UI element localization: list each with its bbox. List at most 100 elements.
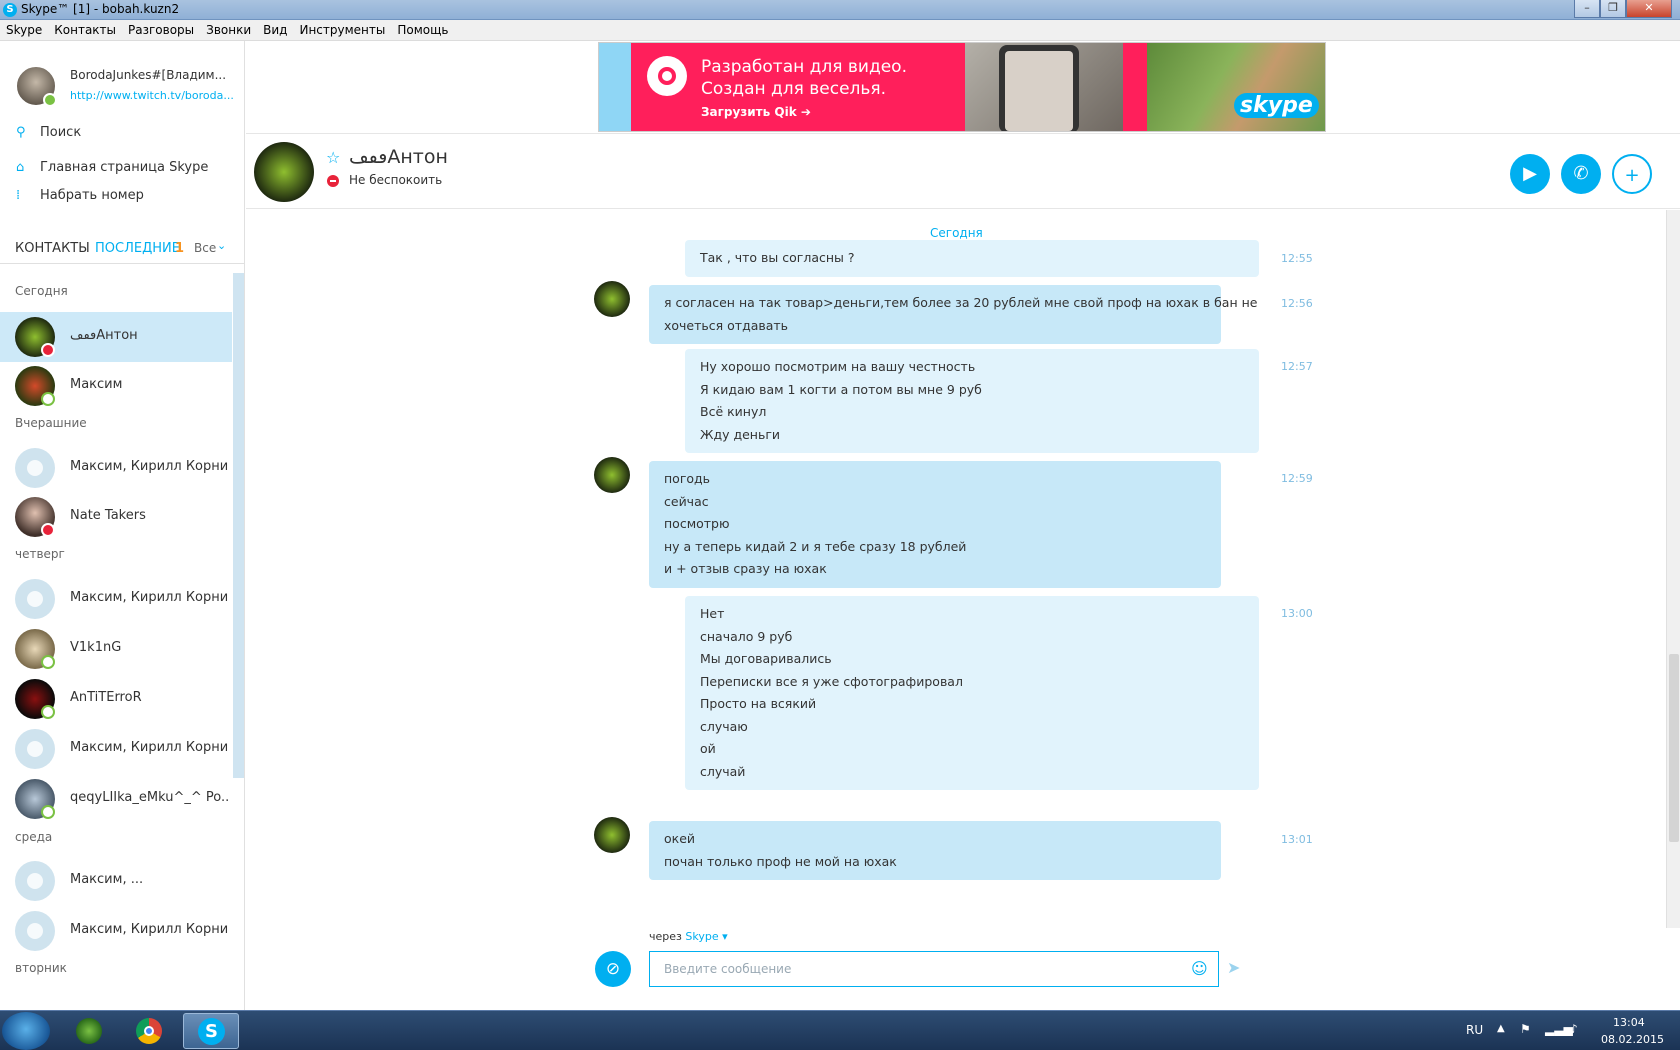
- ad-banner[interactable]: Разработан для видео. Создан для веселья…: [598, 42, 1326, 132]
- message-time: 12:59: [1281, 472, 1313, 485]
- offline-presence-icon: [41, 655, 55, 669]
- message-line: Мы договаривались: [700, 651, 832, 666]
- message-time: 12:55: [1281, 252, 1313, 265]
- tray-network-icon[interactable]: ▂▃▅: [1545, 1022, 1573, 1036]
- message-bubble[interactable]: окей почан только проф не мой на юхак: [649, 821, 1221, 880]
- message-bubble[interactable]: Ну хорошо посмотрим на вашу честность Я …: [685, 349, 1259, 453]
- menu-tools[interactable]: Инструменты: [293, 20, 391, 41]
- nav-dial[interactable]: ⁞ Набрать номер: [0, 183, 244, 211]
- nav-dial-label: Набрать номер: [40, 188, 144, 203]
- add-people-button[interactable]: +: [1612, 154, 1652, 194]
- tab-recent[interactable]: ПОСЛЕДНИЕ: [95, 241, 180, 256]
- scrollbar-thumb[interactable]: [1669, 654, 1679, 842]
- via-selector[interactable]: через Skype ▾: [649, 930, 728, 943]
- message-bubble[interactable]: Так , что вы согласны ?: [685, 240, 1259, 277]
- list-item[interactable]: Максим, ...: [0, 856, 232, 906]
- profile-card[interactable]: BorodaJunkes#[Владим... http://www.twitc…: [0, 41, 244, 113]
- attach-paperclip-icon[interactable]: ⊘: [595, 951, 631, 987]
- filter-dropdown[interactable]: Все: [194, 241, 216, 255]
- tray-flag-icon[interactable]: ⚑: [1520, 1022, 1531, 1036]
- group-header-thursday: четверг: [15, 547, 65, 561]
- list-item[interactable]: Максим: [0, 361, 232, 411]
- taskbar-downloader-icon[interactable]: [62, 1013, 118, 1049]
- message-bubble[interactable]: погодь сейчас посмотрю ну а теперь кидай…: [649, 461, 1221, 588]
- message-time: 13:00: [1281, 607, 1313, 620]
- conversation-title[interactable]: ڡڡڡАнтон: [349, 146, 448, 168]
- message-bubble[interactable]: я согласен на так товар>деньги,тем более…: [649, 285, 1258, 344]
- via-service[interactable]: Skype: [685, 930, 718, 943]
- sidebar-scrollbar[interactable]: [233, 273, 244, 778]
- menu-help[interactable]: Помощь: [391, 20, 454, 41]
- qik-logo-icon: [647, 56, 687, 96]
- list-item[interactable]: AnTiTErroR: [0, 674, 232, 724]
- message-line: случай: [700, 763, 746, 779]
- menu-skype[interactable]: Skype: [0, 20, 48, 41]
- contact-avatar[interactable]: [254, 142, 314, 202]
- message-bubble[interactable]: Нет сначало 9 руб Мы договаривались Пере…: [685, 596, 1259, 790]
- dialpad-icon: ⁞: [16, 188, 21, 203]
- message-line: хочеться отдавать: [664, 317, 789, 333]
- list-item[interactable]: Максим, Кирилл Корни...: [0, 724, 232, 774]
- nav-home[interactable]: ⌂ Главная страница Skype: [0, 155, 244, 183]
- clock-time[interactable]: 13:04: [1613, 1016, 1645, 1029]
- sender-avatar: [594, 817, 630, 853]
- taskbar-chrome-icon[interactable]: [122, 1013, 178, 1049]
- list-item[interactable]: Максим, Кирилл Корни...: [0, 443, 232, 493]
- message-line: Всё кинул: [700, 404, 767, 419]
- contact-name: AnTiTErroR: [70, 690, 142, 705]
- taskbar-skype-icon[interactable]: S: [183, 1013, 239, 1049]
- list-item[interactable]: V1k1nG: [0, 624, 232, 674]
- ad-photo-woman: [1147, 43, 1325, 131]
- message-line: Я кидаю вам 1 когти а потом вы мне 9 руб: [700, 381, 982, 397]
- offline-presence-icon: [41, 805, 55, 819]
- tray-volume-icon[interactable]: ♪: [1570, 1022, 1578, 1036]
- menu-contacts[interactable]: Контакты: [48, 20, 122, 41]
- video-call-button[interactable]: ▶: [1510, 154, 1550, 194]
- emoticon-icon[interactable]: ☺: [1191, 960, 1209, 978]
- profile-name[interactable]: BorodaJunkes#[Владим...: [70, 68, 235, 82]
- offline-presence-icon: [41, 392, 55, 406]
- contact-name: V1k1nG: [70, 640, 122, 655]
- menu-view[interactable]: Вид: [257, 20, 293, 41]
- message-line: сначало 9 руб: [700, 628, 793, 644]
- message-input[interactable]: [650, 952, 1170, 986]
- clock-date[interactable]: 08.02.2015: [1601, 1033, 1664, 1046]
- language-indicator[interactable]: RU: [1466, 1023, 1483, 1037]
- windows-taskbar: S RU ▲ ⚑ ▂▃▅ ♪ 13:04 08.02.2015: [0, 1010, 1680, 1050]
- message-time: 12:57: [1281, 360, 1313, 373]
- list-item[interactable]: Максим, Кирилл Корни...: [0, 574, 232, 624]
- sidebar: BorodaJunkes#[Владим... http://www.twitc…: [0, 41, 245, 1010]
- conversation-scrollbar[interactable]: [1666, 210, 1680, 928]
- voice-call-button[interactable]: ✆: [1561, 154, 1601, 194]
- offline-presence-icon: [41, 705, 55, 719]
- message-line: я согласен на так товар>деньги,тем более…: [664, 295, 1258, 310]
- chevron-down-icon[interactable]: ▾: [719, 930, 728, 943]
- list-item[interactable]: ڡڡڡАнтон: [0, 312, 232, 362]
- message-input-box[interactable]: ☺: [649, 951, 1219, 987]
- contact-tabs: КОНТАКТЫ ПОСЛЕДНИЕ 1 Все ⌄: [0, 234, 244, 264]
- menu-calls[interactable]: Звонки: [200, 20, 257, 41]
- send-icon[interactable]: ➤: [1227, 958, 1240, 977]
- chevron-down-icon[interactable]: ⌄: [217, 239, 226, 252]
- start-button[interactable]: [2, 1012, 50, 1050]
- list-item[interactable]: qeqyLIIka_eMku^_^ Po...: [0, 774, 232, 824]
- tray-expand-icon[interactable]: ▲: [1497, 1023, 1505, 1034]
- group-header-today: Сегодня: [15, 284, 68, 298]
- message-line: Так , что вы согласны ?: [700, 250, 855, 265]
- menu-conversations[interactable]: Разговоры: [122, 20, 200, 41]
- message-line: посмотрю: [664, 516, 730, 531]
- maximize-button[interactable]: ❐: [1600, 0, 1626, 18]
- profile-mood-link[interactable]: http://www.twitch.tv/boroda...: [70, 89, 235, 102]
- ad-cta[interactable]: Загрузить Qik ➔: [701, 105, 811, 119]
- close-button[interactable]: ✕: [1626, 0, 1672, 18]
- list-item[interactable]: Nate Takers: [0, 492, 232, 542]
- list-item[interactable]: Максим, Кирилл Корни...: [0, 906, 232, 956]
- favorite-star-icon[interactable]: ☆: [326, 148, 340, 167]
- tab-contacts[interactable]: КОНТАКТЫ: [15, 241, 90, 256]
- message-history: Сегодня Так , что вы согласны ? 12:55 я …: [246, 210, 1666, 928]
- search-box[interactable]: ⚲ Поиск: [0, 119, 244, 149]
- dnd-presence-icon: [41, 523, 55, 537]
- chat-panel: Разработан для видео. Создан для веселья…: [246, 41, 1680, 1010]
- message-line: ну а теперь кидай 2 и я тебе сразу 18 ру…: [664, 538, 967, 554]
- minimize-button[interactable]: –: [1574, 0, 1600, 18]
